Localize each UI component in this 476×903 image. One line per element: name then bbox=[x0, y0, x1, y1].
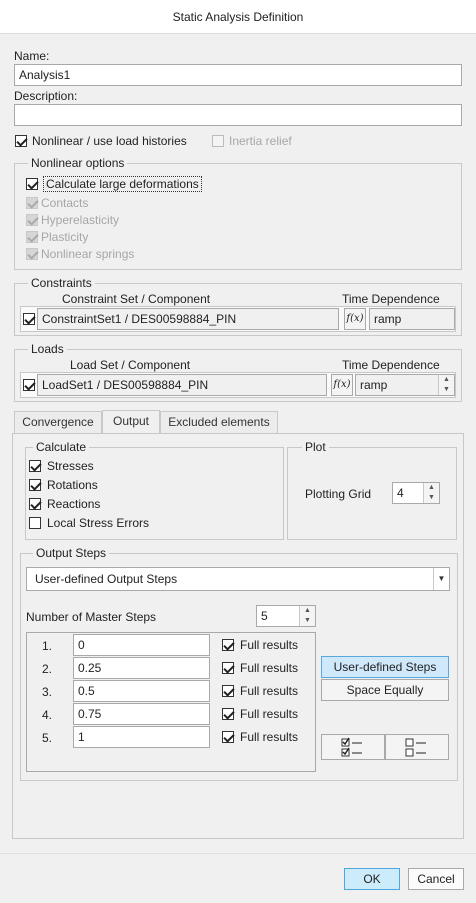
uncheck-all-icon bbox=[405, 738, 426, 757]
nonlinear-springs-label: Nonlinear springs bbox=[41, 247, 135, 261]
chevron-down-icon[interactable]: ▼ bbox=[433, 568, 449, 590]
check-all-icon bbox=[341, 737, 362, 757]
load-checkbox[interactable] bbox=[23, 379, 35, 391]
stresses-label: Stresses bbox=[47, 459, 94, 473]
constraint-set-field[interactable]: ConstraintSet1 / DES00598884_PIN bbox=[37, 308, 339, 330]
plotting-grid-label: Plotting Grid bbox=[305, 487, 372, 501]
inertia-relief-checkbox[interactable] bbox=[212, 135, 224, 147]
hyperelasticity-label: Hyperelasticity bbox=[41, 213, 120, 227]
step-full-results-label: Full results bbox=[240, 707, 299, 721]
reactions-label: Reactions bbox=[47, 497, 101, 511]
plotting-grid-spinner[interactable]: ▲ ▼ bbox=[423, 483, 439, 503]
plasticity-label: Plasticity bbox=[41, 230, 89, 244]
constraints-col-time: Time Dependence bbox=[342, 292, 440, 306]
master-steps-spinner[interactable]: ▲ ▼ bbox=[299, 606, 315, 626]
user-defined-steps-button[interactable]: User-defined Steps bbox=[321, 656, 449, 678]
step-full-results-checkbox[interactable] bbox=[222, 708, 234, 720]
step-number: 4. bbox=[42, 708, 53, 722]
spin-down-icon[interactable]: ▼ bbox=[300, 616, 315, 626]
spin-down-icon[interactable]: ▼ bbox=[439, 385, 454, 395]
tab-output[interactable]: Output bbox=[102, 410, 160, 433]
step-value-input[interactable]: 0.25 bbox=[73, 657, 210, 679]
select-all-button[interactable] bbox=[321, 734, 385, 760]
description-label: Description: bbox=[14, 89, 78, 103]
local-stress-errors-label: Local Stress Errors bbox=[47, 516, 150, 530]
output-steps-title: Output Steps bbox=[33, 546, 110, 560]
stresses-checkbox[interactable] bbox=[29, 460, 41, 472]
constraints-title: Constraints bbox=[28, 276, 95, 290]
deselect-all-button[interactable] bbox=[385, 734, 449, 760]
load-fx-button[interactable]: f(x) bbox=[331, 374, 353, 396]
spin-up-icon[interactable]: ▲ bbox=[439, 375, 454, 385]
step-full-results-checkbox[interactable] bbox=[222, 685, 234, 697]
ok-button[interactable]: OK bbox=[344, 868, 400, 890]
contacts-label: Contacts bbox=[41, 196, 89, 210]
nonlinear-label: Nonlinear / use load histories bbox=[32, 134, 187, 148]
constraints-col-set: Constraint Set / Component bbox=[62, 292, 211, 306]
load-time-spinner[interactable]: ▲ ▼ bbox=[438, 375, 454, 395]
hyperelasticity-checkbox[interactable] bbox=[26, 214, 38, 226]
step-full-results-label: Full results bbox=[240, 684, 299, 698]
tab-excluded-elements[interactable]: Excluded elements bbox=[160, 411, 278, 433]
inertia-relief-label: Inertia relief bbox=[229, 134, 292, 148]
step-value-input[interactable]: 0.75 bbox=[73, 703, 210, 725]
tab-convergence[interactable]: Convergence bbox=[14, 411, 102, 433]
rotations-label: Rotations bbox=[47, 478, 98, 492]
step-number: 1. bbox=[42, 639, 53, 653]
step-full-results-checkbox[interactable] bbox=[222, 731, 234, 743]
space-equally-button[interactable]: Space Equally bbox=[321, 679, 449, 701]
step-full-results-label: Full results bbox=[240, 730, 299, 744]
constraint-fx-button[interactable]: f(x) bbox=[344, 308, 366, 330]
large-deformations-label: Calculate large deformations bbox=[43, 176, 202, 192]
loads-col-time: Time Dependence bbox=[342, 358, 440, 372]
nonlinear-springs-checkbox[interactable] bbox=[26, 248, 38, 260]
step-full-results-label: Full results bbox=[240, 638, 299, 652]
loads-title: Loads bbox=[28, 342, 67, 356]
step-value-input[interactable]: 0.5 bbox=[73, 680, 210, 702]
spin-up-icon[interactable]: ▲ bbox=[424, 483, 439, 493]
large-deformations-checkbox[interactable] bbox=[26, 178, 38, 190]
load-set-field[interactable]: LoadSet1 / DES00598884_PIN bbox=[37, 374, 327, 396]
plot-title: Plot bbox=[302, 440, 329, 454]
step-value-input[interactable]: 1 bbox=[73, 726, 210, 748]
local-stress-errors-checkbox[interactable] bbox=[29, 517, 41, 529]
step-value-input[interactable]: 0 bbox=[73, 634, 210, 656]
rotations-checkbox[interactable] bbox=[29, 479, 41, 491]
step-full-results-checkbox[interactable] bbox=[222, 662, 234, 674]
window-title: Static Analysis Definition bbox=[0, 0, 476, 34]
loads-col-set: Load Set / Component bbox=[70, 358, 191, 372]
description-input[interactable] bbox=[14, 104, 462, 126]
constraint-checkbox[interactable] bbox=[23, 313, 35, 325]
plasticity-checkbox[interactable] bbox=[26, 231, 38, 243]
footer-bar bbox=[0, 853, 476, 903]
name-input[interactable]: Analysis1 bbox=[14, 64, 462, 86]
spin-up-icon[interactable]: ▲ bbox=[300, 606, 315, 616]
calculate-title: Calculate bbox=[33, 440, 90, 454]
step-number: 3. bbox=[42, 685, 53, 699]
output-steps-dropdown[interactable]: User-defined Output Steps bbox=[26, 567, 450, 591]
name-label: Name: bbox=[14, 49, 50, 63]
nonlinear-options-title: Nonlinear options bbox=[28, 156, 128, 170]
step-number: 5. bbox=[42, 731, 53, 745]
constraint-time-field[interactable]: ramp bbox=[369, 308, 455, 330]
nonlinear-checkbox[interactable] bbox=[15, 135, 27, 147]
master-steps-label: Number of Master Steps bbox=[26, 610, 157, 624]
cancel-button[interactable]: Cancel bbox=[408, 868, 464, 890]
step-full-results-checkbox[interactable] bbox=[222, 639, 234, 651]
contacts-checkbox[interactable] bbox=[26, 197, 38, 209]
reactions-checkbox[interactable] bbox=[29, 498, 41, 510]
step-full-results-label: Full results bbox=[240, 661, 299, 675]
spin-down-icon[interactable]: ▼ bbox=[424, 493, 439, 503]
step-number: 2. bbox=[42, 662, 53, 676]
